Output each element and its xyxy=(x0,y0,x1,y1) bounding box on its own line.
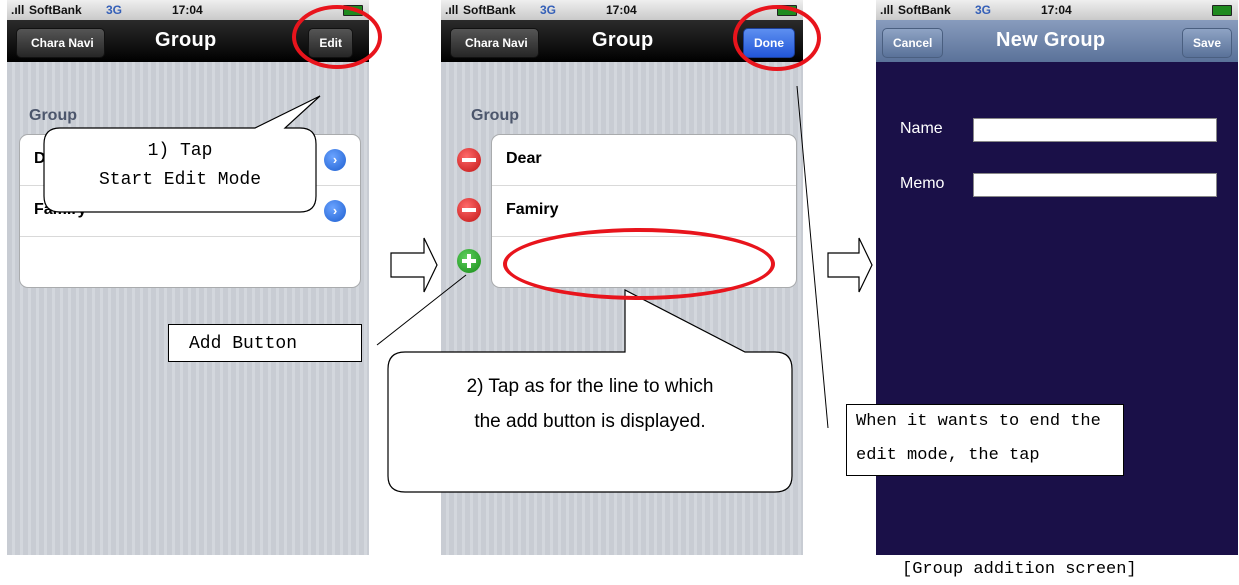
callout-edit-text: 1) Tap Start Edit Mode xyxy=(44,137,316,195)
callout-line: Start Edit Mode xyxy=(98,170,262,190)
callout-line: edit mode, the tap xyxy=(856,446,1040,465)
highlight-ellipse xyxy=(503,228,775,300)
callout-line: When it wants to end the xyxy=(856,412,1101,431)
callout-line: 1) Tap xyxy=(147,141,213,161)
end-edit-label: When it wants to end the edit mode, the … xyxy=(846,404,1124,476)
flow-arrow-icon xyxy=(827,237,873,293)
pointer-line xyxy=(796,85,829,429)
flow-arrow-icon xyxy=(390,237,438,293)
highlight-ellipse xyxy=(733,5,821,71)
add-button-label: Add Button xyxy=(168,324,362,362)
callout-line: 2) Tap as for the line to which xyxy=(466,376,714,397)
caption: [Group addition screen] xyxy=(902,560,1137,579)
callout-line: the add button is displayed. xyxy=(474,411,706,432)
pointer-line xyxy=(376,274,467,346)
highlight-ellipse xyxy=(292,5,382,69)
callout-add-text: 2) Tap as for the line to which the add … xyxy=(388,369,792,439)
